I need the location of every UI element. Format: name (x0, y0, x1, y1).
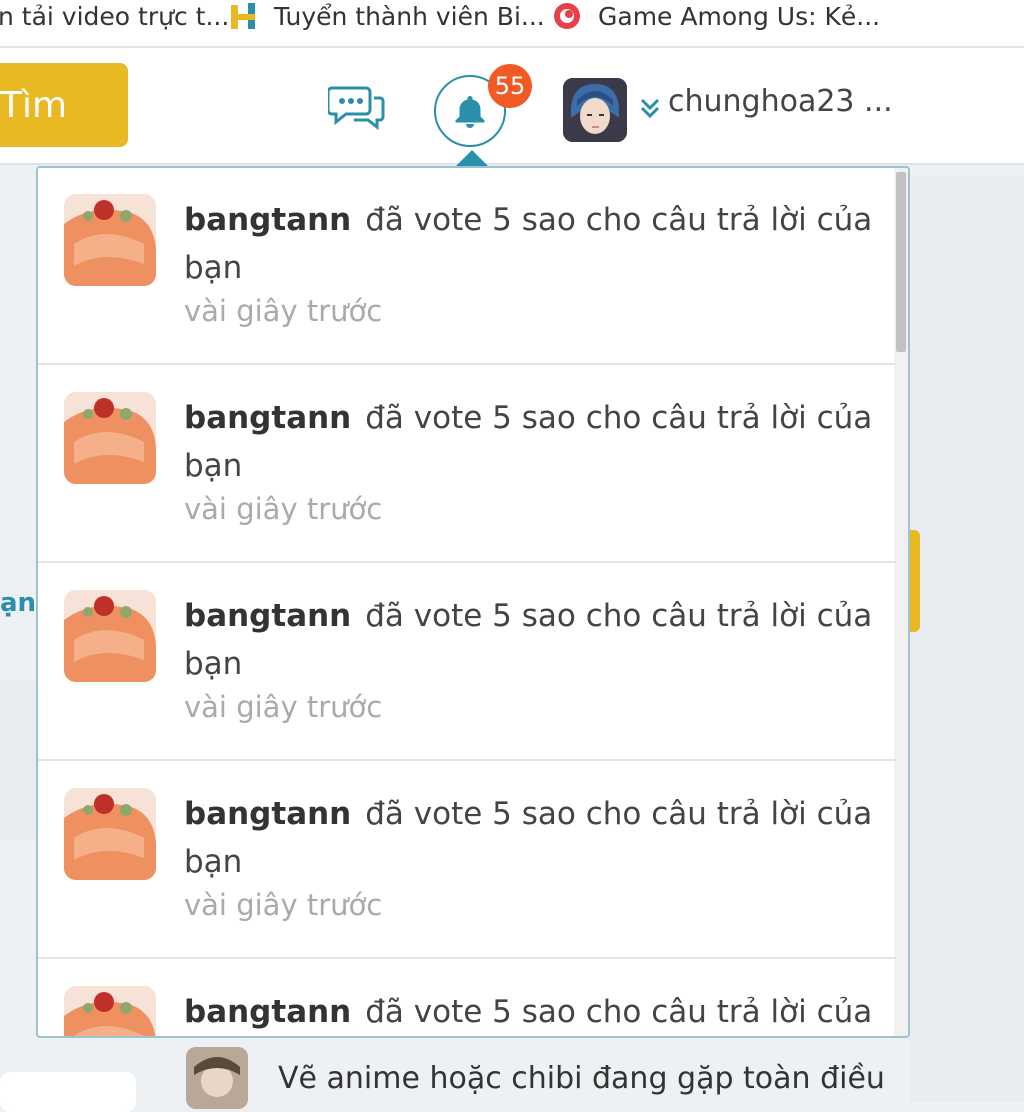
notification-time: vài giây trước (184, 294, 383, 328)
post-title: Vẽ anime hoặc chibi đang gặp toàn điều (278, 1060, 885, 1096)
notification-message: bangtann đã vote 5 sao cho câu trả lời củ… (184, 394, 874, 490)
notification-item[interactable]: bangtann đã vote 5 sao cho câu trả lời củ… (38, 366, 896, 563)
bookmarks-bar: n tải video trực t... Tuyển thành viên B… (0, 0, 1024, 48)
notification-item[interactable]: bangtann đã vote 5 sao cho câu trả lời củ… (38, 168, 896, 365)
bookmark-label: Game Among Us: Kẻ... (598, 1, 881, 31)
notification-time: vài giây trước (184, 888, 383, 922)
bookmark-label: Tuyển thành viên Bi... (274, 1, 545, 31)
bell-icon (455, 96, 485, 128)
notification-user[interactable]: bangtann (184, 796, 351, 832)
scrollbar[interactable] (894, 168, 908, 1036)
notification-count-badge: 55 (488, 64, 532, 108)
page-card (0, 1072, 136, 1112)
notification-message: bangtann đã vote 5 sao cho câu trả lời củ… (184, 790, 874, 886)
notification-item[interactable]: bangtann đã vote 5 sao cho câu trả lời củ… (38, 960, 896, 1036)
site-header: Tìm 55 chunghoa23 ... (0, 48, 1024, 165)
username-label[interactable]: chunghoa23 ... (668, 84, 893, 119)
bookmark-item[interactable]: n tải video trực t... (0, 0, 229, 32)
notification-time: vài giây trước (184, 690, 383, 724)
notification-message: bangtann đã vote 5 sao cho câu trả lời củ… (184, 988, 874, 1036)
notification-item[interactable]: bangtann đã vote 5 sao cho câu trả lời củ… (38, 762, 896, 959)
chat-icon[interactable] (328, 82, 386, 132)
search-button-label: Tìm (0, 84, 68, 126)
chevron-down-icon[interactable] (638, 94, 662, 124)
avatar (64, 392, 156, 484)
avatar (186, 1047, 248, 1109)
dropdown-caret (456, 150, 488, 166)
notification-time: vài giây trước (184, 492, 383, 526)
avatar (64, 986, 156, 1036)
avatar (64, 590, 156, 682)
game-logo-icon (554, 3, 580, 29)
post-preview[interactable]: Vẽ anime hoặc chibi đang gặp toàn điều (186, 1047, 885, 1109)
scrollbar-thumb[interactable] (896, 172, 906, 352)
notification-user[interactable]: bangtann (184, 598, 351, 634)
avatar (64, 194, 156, 286)
bookmark-label: n tải video trực t... (0, 1, 230, 31)
h-logo-icon (231, 3, 255, 29)
notification-dropdown: bangtann đã vote 5 sao cho câu trả lời củ… (36, 166, 910, 1038)
bookmark-item[interactable]: Tuyển thành viên Bi... (228, 0, 545, 32)
notification-message: bangtann đã vote 5 sao cho câu trả lời củ… (184, 592, 874, 688)
search-button[interactable]: Tìm (0, 63, 128, 147)
notification-user[interactable]: bangtann (184, 202, 351, 238)
user-avatar[interactable] (563, 78, 627, 142)
page-background (910, 175, 1024, 1102)
page-text-fragment: ạn (0, 588, 37, 618)
notification-item[interactable]: bangtann đã vote 5 sao cho câu trả lời củ… (38, 564, 896, 761)
notification-text: đã vote 5 sao cho câu trả lời của (365, 994, 873, 1030)
notification-user[interactable]: bangtann (184, 400, 351, 436)
notification-message: bangtann đã vote 5 sao cho câu trả lời củ… (184, 196, 874, 292)
notification-user[interactable]: bangtann (184, 994, 351, 1030)
bookmark-item[interactable]: Game Among Us: Kẻ... (552, 0, 880, 32)
avatar (64, 788, 156, 880)
